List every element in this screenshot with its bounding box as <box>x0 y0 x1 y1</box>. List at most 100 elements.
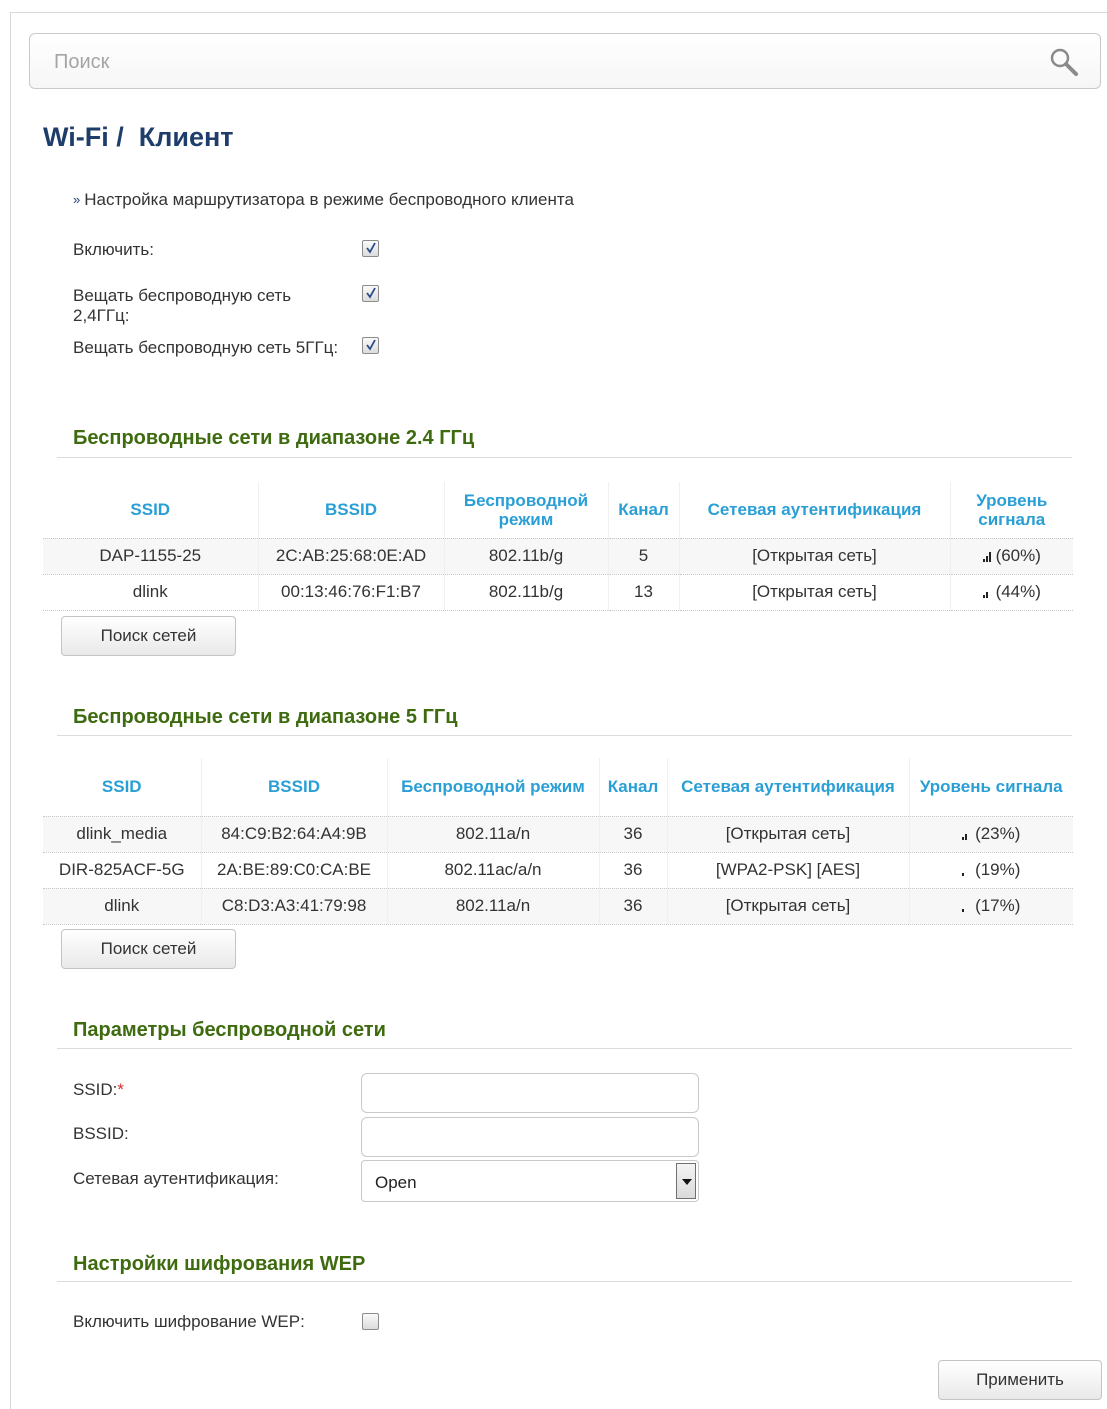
column-header-ssid: SSID <box>43 482 259 538</box>
enable-checkbox[interactable] <box>362 240 379 257</box>
section-title-24ghz: Беспроводные сети в диапазоне 2.4 ГГц <box>73 427 475 449</box>
bssid-input[interactable] <box>361 1117 699 1157</box>
signal-value: (19%) <box>975 860 1021 879</box>
broadcast-24-checkbox[interactable] <box>362 285 379 302</box>
signal-bar <box>985 556 988 562</box>
signal-bars-icon <box>962 900 972 912</box>
networks-24ghz-table: SSID BSSID Беспроводной режим Канал Сете… <box>43 482 1073 611</box>
table-row[interactable]: dlink_media 84:C9:B2:64:A4:9B 802.11a/n 36[… <box>43 815 1073 853</box>
table-header-row: SSID BSSID Беспроводной режим Канал Сете… <box>43 482 1073 538</box>
cell-channel: 13 <box>608 573 680 611</box>
signal-bar <box>982 559 985 562</box>
page-subtitle-text: Настройка маршрутизатора в режиме беспро… <box>84 190 574 209</box>
networks-5ghz-table: SSID BSSID Беспроводной режим Канал Сете… <box>43 758 1073 925</box>
scan-networks-24ghz-button[interactable]: Поиск сетей <box>61 616 236 656</box>
column-header-signal: Уровень сигнала <box>976 490 1048 529</box>
signal-bars-icon <box>962 828 972 840</box>
section-title-wep: Настройки шифрования WEP <box>73 1253 366 1275</box>
cell-bssid: 2C:AB:25:68:0E:AD <box>258 537 445 575</box>
cell-auth: [Открытая сеть] <box>667 887 910 925</box>
cell-ssid: dlink <box>43 573 259 611</box>
cell-channel: 5 <box>608 537 680 575</box>
cell-signal: (23%) <box>909 815 1073 853</box>
column-header-mode: Беспроводной режим <box>444 482 609 538</box>
cell-signal: (19%) <box>909 851 1073 889</box>
cell-signal: (17%) <box>909 887 1073 925</box>
cell-channel: 36 <box>599 851 668 889</box>
signal-bars-icon <box>962 864 972 876</box>
signal-value: (44%) <box>995 582 1041 601</box>
signal-value: (23%) <box>975 824 1021 843</box>
section-divider <box>57 735 1072 736</box>
table-row[interactable]: dlink C8:D3:A3:41:79:98 802.11a/n 36 [Открыт… <box>43 887 1073 925</box>
section-title-5ghz: Беспроводные сети в диапазоне 5 ГГц <box>73 706 458 728</box>
wep-enable-label: Включить шифрование WEP: <box>73 1312 305 1331</box>
signal-bar <box>962 837 965 840</box>
column-header-ssid: SSID <box>43 758 202 816</box>
section-divider <box>57 457 1072 458</box>
cell-auth: [Открытая сеть] <box>667 815 910 853</box>
cell-auth: [WPA2-PSK] [AES] <box>667 851 910 889</box>
ssid-input[interactable] <box>361 1073 699 1113</box>
auth-select-value: Open <box>375 1173 417 1192</box>
signal-value: (17%) <box>975 896 1021 915</box>
table-header-row: SSID BSSID Беспроводной режим Канал Сете… <box>43 758 1073 816</box>
page-subtitle: » Настройка маршрутизатора в режиме беспр… <box>73 190 574 210</box>
search-input[interactable] <box>52 48 1012 76</box>
cell-signal: (44%) <box>950 573 1073 611</box>
broadcast-24-label: Вещать беспроводную сеть 2,4ГГц: <box>73 286 292 325</box>
page-title: Wi-Fi / Клиент <box>43 122 234 152</box>
column-header-bssid: BSSID <box>258 482 445 538</box>
signal-bars-icon <box>982 550 993 562</box>
required-mark: * <box>117 1080 125 1099</box>
auth-select[interactable]: Open <box>361 1160 699 1202</box>
cell-auth: [Открытая сеть] <box>679 573 951 611</box>
column-header-bssid: BSSID <box>201 758 388 816</box>
cell-bssid: 2A:BE:89:C0:CA:BE <box>201 851 388 889</box>
cell-auth: [Открытая сеть] <box>679 537 951 575</box>
auth-label: Сетевая аутентификация: <box>73 1169 279 1188</box>
chevron-down-icon <box>682 1179 692 1185</box>
check-icon <box>366 242 376 254</box>
broadcast-5-checkbox[interactable] <box>362 337 379 354</box>
cell-ssid: DAP-1155-25 <box>43 537 259 575</box>
column-header-auth: Сетевая аутентификация <box>679 482 951 538</box>
wep-enable-checkbox[interactable] <box>362 1313 379 1330</box>
search-box <box>29 33 1101 89</box>
cell-mode: 802.11b/g <box>444 537 609 575</box>
check-icon <box>366 339 376 351</box>
cell-signal: (60%) <box>950 537 1073 575</box>
signal-value: (60%) <box>995 546 1041 565</box>
column-header-auth: Сетевая аутентификация <box>667 758 910 816</box>
cell-mode: 802.11b/g <box>444 573 609 611</box>
column-header-channel: Канал <box>599 758 668 816</box>
signal-bar <box>962 873 965 876</box>
signal-bar <box>988 552 991 562</box>
column-header-mode: Беспроводной режим <box>387 758 600 816</box>
cell-mode: 802.11ac/a/n <box>387 851 600 889</box>
cell-channel: 36 <box>599 887 668 925</box>
dropdown-button[interactable] <box>676 1163 696 1199</box>
table-row[interactable]: DIR-825ACF-5G 2A:BE:89:C0:CA:BE 802.11ac/a… <box>43 851 1073 889</box>
column-header-signal: Уровень сигнала <box>919 777 1063 797</box>
section-title-params: Параметры беспроводной сети <box>73 1019 386 1041</box>
signal-bar <box>982 595 985 598</box>
cell-mode: 802.11a/n <box>387 815 600 853</box>
section-divider <box>57 1048 1072 1049</box>
signal-bar <box>985 592 988 598</box>
cell-ssid: DIR-825ACF-5G <box>43 851 202 889</box>
cell-channel: 36 <box>599 815 668 853</box>
signal-bar <box>962 909 965 912</box>
table-row[interactable]: DAP-1155-25 2C:AB:25:68:0E:AD 802.11b/g 5 [О… <box>43 537 1073 575</box>
apply-button[interactable]: Применить <box>938 1360 1102 1400</box>
ssid-label-text: SSID: <box>73 1080 118 1099</box>
chevron-right-icon: » <box>73 192 81 207</box>
signal-bar <box>965 834 968 840</box>
enable-label: Включить: <box>73 240 154 259</box>
column-header-channel: Канал <box>608 482 680 538</box>
cell-ssid: dlink_media <box>43 815 202 853</box>
search-icon[interactable] <box>1048 46 1080 78</box>
frame-left-border <box>10 12 11 1409</box>
scan-networks-5ghz-button[interactable]: Поиск сетей <box>61 929 236 969</box>
table-row[interactable]: dlink 00:13:46:76:F1:B7 802.11b/g 13 [Открыт… <box>43 573 1073 611</box>
